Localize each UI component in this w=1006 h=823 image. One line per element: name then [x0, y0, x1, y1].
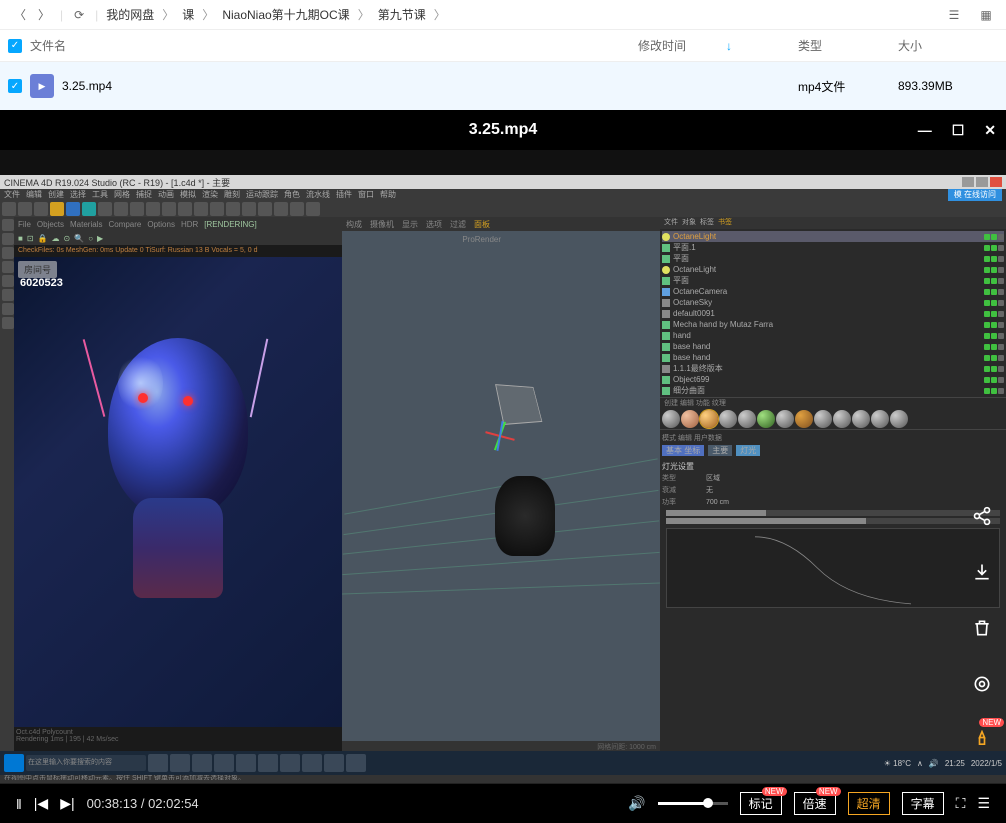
- sort-down-icon: ↓: [726, 39, 732, 53]
- object-item[interactable]: hand: [662, 330, 1004, 341]
- maximize-icon[interactable]: ☐: [952, 122, 965, 139]
- close-icon[interactable]: ✕: [984, 122, 996, 139]
- delete-icon[interactable]: [966, 612, 998, 644]
- object-item[interactable]: OctaneCamera: [662, 286, 1004, 297]
- player-title-text: 3.25.mp4: [469, 121, 537, 139]
- fullscreen-icon[interactable]: ⛶: [956, 795, 966, 812]
- object-item[interactable]: OctaneLight: [662, 231, 1004, 242]
- col-type-header[interactable]: 类型: [798, 37, 898, 54]
- c4d-left-toolbar: [0, 217, 14, 755]
- nav-forward-icon[interactable]: 〉: [34, 5, 54, 25]
- breadcrumb-item[interactable]: 我的网盘: [106, 6, 154, 23]
- windows-taskbar: 在这里输入你要搜索的内容 ☀ 18°C ∧🔊 21:25 2022/1/5: [0, 751, 1006, 775]
- object-item[interactable]: 平面: [662, 275, 1004, 286]
- grid-view-icon[interactable]: ▦: [976, 5, 996, 25]
- video-file-icon: [30, 74, 54, 98]
- table-header-row: ✓ 文件名 修改时间↓ 类型 大小: [0, 30, 1006, 62]
- progress-bar[interactable]: [0, 780, 1006, 783]
- playlist-icon[interactable]: ☰: [977, 795, 990, 812]
- settings-icon[interactable]: [966, 668, 998, 700]
- breadcrumb-item[interactable]: 第九节课: [378, 6, 426, 23]
- nav-back-icon[interactable]: 〈: [10, 5, 30, 25]
- object-item[interactable]: 1.1.1最终版本: [662, 363, 1004, 374]
- file-row[interactable]: ✓ 3.25.mp4 mp4文件 893.39MB: [0, 62, 1006, 110]
- player-controls: ‖ |◀ ▶| 00:38:13 / 02:02:54 🔊 NEW 标记 NEW…: [0, 783, 1006, 823]
- object-item[interactable]: OctaneLight: [662, 264, 1004, 275]
- refresh-icon[interactable]: ⟳: [69, 5, 89, 25]
- breadcrumb-item[interactable]: 课: [182, 6, 194, 23]
- speed-button[interactable]: NEW 倍速: [794, 792, 836, 815]
- volume-icon[interactable]: 🔊: [628, 795, 645, 812]
- object-item[interactable]: 细分曲面: [662, 385, 1004, 396]
- minimize-icon[interactable]: —: [918, 122, 932, 139]
- player-titlebar: 3.25.mp4 — ☐ ✕: [0, 110, 1006, 150]
- breadcrumb-item[interactable]: NiaoNiao第十九期OC课: [222, 6, 349, 23]
- player-side-tools: NEW: [966, 500, 998, 756]
- watermark: 房间号: [18, 261, 57, 278]
- col-time-header[interactable]: 修改时间↓: [638, 37, 798, 54]
- breadcrumb: 我的网盘〉 课〉 NiaoNiao第十九期OC课〉 第九节课〉: [102, 6, 449, 23]
- top-nav: 〈 〉 | ⟳ | 我的网盘〉 课〉 NiaoNiao第十九期OC课〉 第九节课…: [0, 0, 1006, 30]
- pause-icon[interactable]: ‖: [16, 796, 22, 812]
- right-panels: 文件对象标签书签 OctaneLight平面.1平面OctaneLight平面O…: [660, 217, 1006, 755]
- object-item[interactable]: Object699: [662, 374, 1004, 385]
- volume-slider[interactable]: [658, 802, 728, 805]
- time-display: 00:38:13 / 02:02:54: [87, 796, 199, 811]
- object-item[interactable]: 平面.1: [662, 242, 1004, 253]
- share-icon[interactable]: [966, 500, 998, 532]
- file-checkbox[interactable]: ✓: [8, 79, 22, 93]
- select-all-checkbox[interactable]: ✓: [8, 39, 22, 53]
- c4d-toolbar: [0, 201, 1006, 217]
- file-name: 3.25.mp4: [62, 79, 638, 93]
- video-player: 3.25.mp4 — ☐ ✕ CINEMA 4D R19.024 Studio …: [0, 110, 1006, 823]
- file-size: 893.39MB: [898, 79, 998, 93]
- next-icon[interactable]: ▶|: [60, 795, 74, 812]
- list-view-icon[interactable]: ☰: [944, 5, 964, 25]
- watermark-number: 6020523: [20, 277, 63, 289]
- download-icon[interactable]: [966, 556, 998, 588]
- object-item[interactable]: OctaneSky: [662, 297, 1004, 308]
- object-item[interactable]: base hand: [662, 352, 1004, 363]
- prev-icon[interactable]: |◀: [34, 795, 48, 812]
- col-name-header[interactable]: 文件名: [30, 37, 638, 54]
- quality-button[interactable]: 超清: [848, 792, 890, 815]
- render-image: 房间号 6020523: [14, 257, 342, 727]
- col-size-header[interactable]: 大小: [898, 37, 998, 54]
- subtitle-button[interactable]: 字幕: [902, 792, 944, 815]
- c4d-titlebar: CINEMA 4D R19.024 Studio (RC - R19) - [1…: [0, 175, 1006, 189]
- file-type: mp4文件: [798, 78, 898, 95]
- object-item[interactable]: Mecha hand by Mutaz Farra: [662, 319, 1004, 330]
- object-item[interactable]: 平面: [662, 253, 1004, 264]
- 3d-viewport: 构成摄像机显示选项过滤面板 ProRender: [342, 217, 660, 755]
- object-item[interactable]: base hand: [662, 341, 1004, 352]
- c4d-window: CINEMA 4D R19.024 Studio (RC - R19) - [1…: [0, 175, 1006, 775]
- render-preview-panel: FileObjectsMaterialsCompareOptionsHDR[RE…: [14, 217, 342, 755]
- object-item[interactable]: default0091: [662, 308, 1004, 319]
- mark-button[interactable]: NEW 标记: [740, 792, 782, 815]
- pin-icon[interactable]: NEW: [966, 724, 998, 756]
- video-area[interactable]: CINEMA 4D R19.024 Studio (RC - R19) - [1…: [0, 150, 1006, 780]
- c4d-menu: 文件编辑创建选择工具网格捕捉动画模拟渲染雕刻运动跟踪角色流水线插件窗口帮助 模 …: [0, 189, 1006, 201]
